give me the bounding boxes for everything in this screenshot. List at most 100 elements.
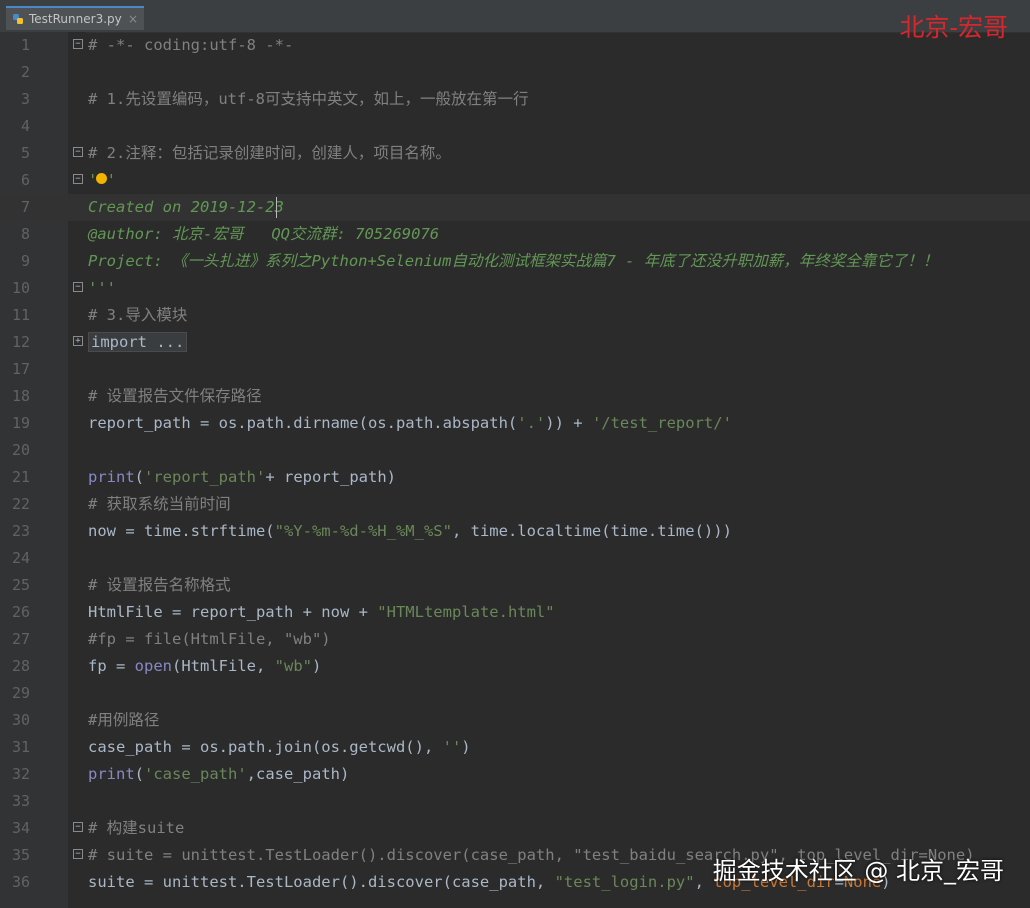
code-line[interactable]: 12 + import ...	[0, 329, 1030, 356]
tab-testrunner3[interactable]: TestRunner3.py ×	[6, 6, 144, 30]
code-token: )	[461, 738, 471, 756]
code-line[interactable]: 24	[0, 545, 1030, 572]
intention-bulb-icon[interactable]	[96, 173, 107, 184]
code-line[interactable]: 9 Project: 《一头扎进》系列之Python+Selenium自动化测试框…	[0, 248, 1030, 275]
fold-expand-icon[interactable]: +	[73, 336, 83, 346]
code-token: (	[134, 765, 145, 783]
code-line[interactable]: 30 #用例路径	[0, 707, 1030, 734]
code-token: HtmlFile = report_path + now +	[88, 603, 378, 621]
line-number: 35	[11, 846, 30, 864]
code-text: # 1.先设置编码，utf-8可支持中英文，如上，一般放在第一行	[88, 86, 529, 113]
code-token: , time.localtime(time.time()))	[451, 522, 732, 540]
code-text: fp = open(HtmlFile, "wb")	[88, 653, 321, 680]
code-line[interactable]: 11 # 3.导入模块	[0, 302, 1030, 329]
code-editor[interactable]: 1− # -*- coding:utf-8 -*- 2 3 # 1.先设置编码，utf-…	[0, 32, 1030, 908]
code-line[interactable]: 2	[0, 59, 1030, 86]
line-number: 29	[11, 684, 30, 702]
code-text: import ...	[88, 329, 188, 356]
code-token: Created on 2019-12-23	[88, 198, 284, 216]
fold-collapse-icon[interactable]: −	[73, 39, 83, 49]
code-token: print	[88, 765, 135, 783]
code-token: ,case_path)	[246, 765, 350, 783]
line-number: 34	[11, 819, 30, 837]
close-icon[interactable]: ×	[128, 12, 138, 26]
fold-collapse-icon[interactable]: −	[73, 849, 83, 859]
code-token: # 设置报告名称格式	[88, 576, 231, 594]
code-line[interactable]: 22 # 获取系统当前时间	[0, 491, 1030, 518]
line-number: 12	[11, 333, 30, 351]
code-line[interactable]: 32 print('case_path',case_path)	[0, 761, 1030, 788]
code-token: 'report_path'	[144, 468, 266, 486]
code-line[interactable]: 27 #fp = file(HtmlFile, "wb")	[0, 626, 1030, 653]
watermark-juejin: 掘金技术社区 @ 北京_宏哥	[712, 857, 1004, 885]
line-number: 3	[20, 90, 30, 108]
line-number: 6	[20, 171, 30, 189]
code-token: )	[311, 657, 322, 675]
line-number: 25	[11, 576, 30, 594]
fold-collapse-icon[interactable]: −	[73, 822, 83, 832]
code-line[interactable]: 10 − '''	[0, 275, 1030, 302]
line-number: 4	[20, 117, 30, 135]
code-line[interactable]: 3 # 1.先设置编码，utf-8可支持中英文，如上，一般放在第一行	[0, 86, 1030, 113]
line-number: 31	[11, 738, 30, 756]
code-line[interactable]: 34 − # 构建suite	[0, 815, 1030, 842]
code-token: "wb"	[274, 657, 312, 675]
line-number: 7	[20, 198, 30, 216]
code-token: # 获取系统当前时间	[88, 495, 231, 513]
code-line[interactable]: 25 # 设置报告名称格式	[0, 572, 1030, 599]
code-line[interactable]: 23 now = time.strftime("%Y-%m-%d-%H_%M_%S…	[0, 518, 1030, 545]
code-line[interactable]: 18 # 设置报告文件保存路径	[0, 383, 1030, 410]
code-token: 'case_path'	[144, 765, 247, 783]
code-token: case_path = os.path.join(os.getcwd(),	[88, 738, 443, 756]
code-line[interactable]: 26 HtmlFile = report_path + now + "HTMLte…	[0, 599, 1030, 626]
line-number: 22	[11, 495, 30, 513]
code-line[interactable]: 20	[0, 437, 1030, 464]
text-caret	[276, 197, 277, 218]
code-token: report_path = os.path.dirname(os.path.ab…	[88, 414, 518, 432]
line-number: 17	[11, 360, 30, 378]
code-text: #fp = file(HtmlFile, "wb")	[88, 626, 331, 653]
line-number: 11	[11, 306, 30, 324]
code-text: # 2.注释：包括记录创建时间，创建人，项目名称。	[88, 140, 451, 167]
code-token: ''	[442, 738, 462, 756]
code-line[interactable]: 29	[0, 680, 1030, 707]
code-text: Project: 《一头扎进》系列之Python+Selenium自动化测试框架…	[88, 248, 938, 275]
code-line[interactable]: 28 fp = open(HtmlFile, "wb")	[0, 653, 1030, 680]
code-token: # -*- coding:utf-8 -*-	[88, 36, 294, 54]
code-line[interactable]: 6−'''	[0, 167, 1030, 194]
code-line[interactable]: 33	[0, 788, 1030, 815]
line-number: 32	[11, 765, 30, 783]
fold-collapse-icon[interactable]: −	[73, 282, 83, 292]
code-line[interactable]: 31 case_path = os.path.join(os.getcwd(), …	[0, 734, 1030, 761]
code-token: suite = unittest.TestLoader().discover(c…	[88, 873, 555, 891]
code-line[interactable]: 21 print('report_path'+ report_path)	[0, 464, 1030, 491]
code-token: "test_login.py"	[554, 873, 695, 891]
line-number: 20	[11, 441, 30, 459]
code-text: @author: 北京-宏哥 QQ交流群: 705269076	[88, 221, 439, 248]
code-line[interactable]: 17	[0, 356, 1030, 383]
code-token: import ...	[88, 332, 188, 352]
code-token: "HTMLtemplate.html"	[377, 603, 555, 621]
code-text: now = time.strftime("%Y-%m-%d-%H_%M_%S",…	[88, 518, 732, 545]
line-number: 10	[11, 279, 30, 297]
line-number: 36	[11, 873, 30, 891]
code-token: ,	[694, 873, 714, 891]
code-token: Project: 《一头扎进》系列之Python+Selenium自动化测试框架…	[88, 252, 939, 270]
fold-collapse-icon[interactable]: −	[73, 174, 83, 184]
code-token: "%Y-%m-%d-%H_%M_%S"	[274, 522, 452, 540]
code-line[interactable]: 19 report_path = os.path.dirname(os.path.…	[0, 410, 1030, 437]
code-text: #用例路径	[88, 707, 159, 734]
code-line[interactable]: 5 − # 2.注释：包括记录创建时间，创建人，项目名称。	[0, 140, 1030, 167]
code-line[interactable]: 7 Created on 2019-12-23	[0, 194, 1030, 221]
code-line[interactable]: 1 − # -*- coding:utf-8 -*-	[0, 32, 1030, 59]
code-line[interactable]: 8 @author: 北京-宏哥 QQ交流群: 705269076	[0, 221, 1030, 248]
line-number: 24	[11, 549, 30, 567]
code-text: # 获取系统当前时间	[88, 491, 231, 518]
code-token: '.'	[517, 414, 546, 432]
code-token: #fp = file(HtmlFile, "wb")	[88, 630, 331, 648]
code-text: # 构建suite	[88, 815, 184, 842]
fold-collapse-icon[interactable]: −	[73, 147, 83, 157]
code-line[interactable]: 4	[0, 113, 1030, 140]
code-text: # 设置报告名称格式	[88, 572, 231, 599]
line-number: 9	[20, 252, 30, 270]
